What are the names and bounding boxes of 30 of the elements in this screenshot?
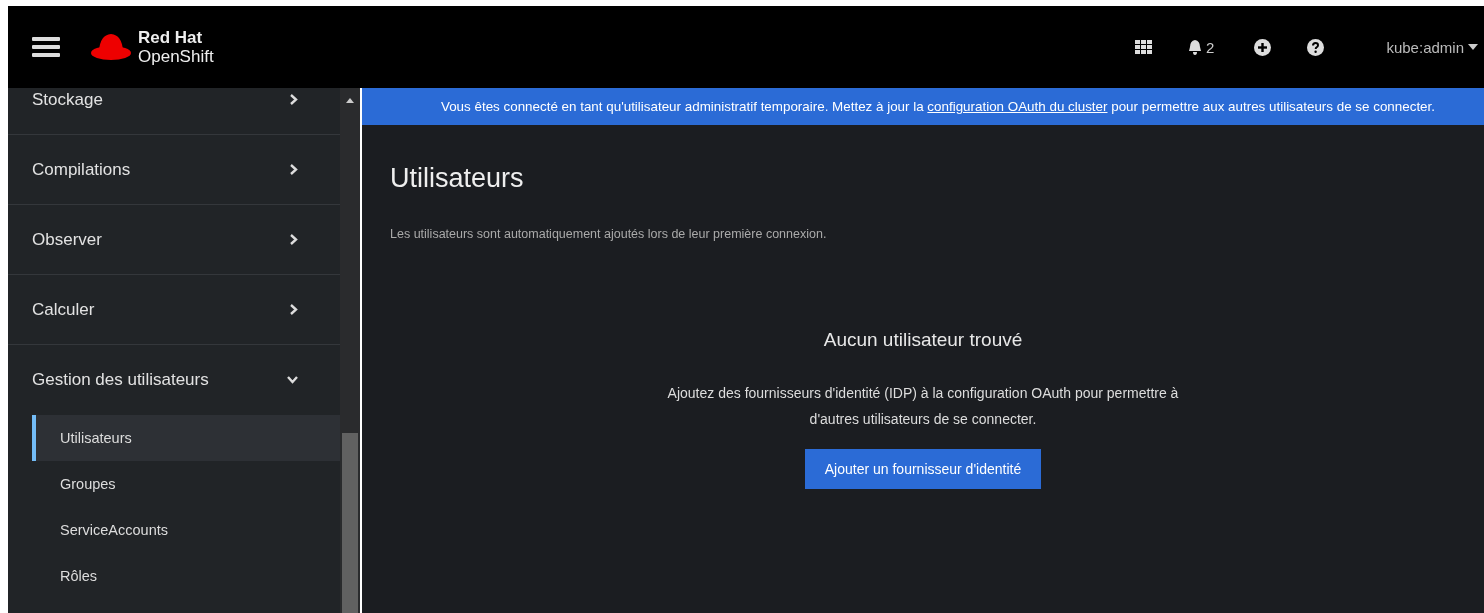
chevron-right-icon — [290, 304, 298, 315]
chevron-right-icon — [290, 94, 298, 105]
empty-state-title: Aucun utilisateur trouvé — [823, 329, 1023, 351]
chevron-right-icon — [290, 164, 298, 175]
oauth-config-link[interactable]: configuration OAuth du cluster — [927, 99, 1108, 114]
logo-text: Red Hat — [138, 28, 204, 47]
add-identity-provider-button[interactable]: Ajouter un fournisseur d'identité — [804, 449, 1042, 489]
scroll-up-arrow-icon[interactable] — [346, 98, 354, 103]
plus-circle-icon[interactable] — [1254, 38, 1272, 56]
nav-item[interactable]: ServiceAccounts — [32, 507, 340, 553]
scrollbar[interactable] — [340, 88, 360, 613]
chevron-right-icon — [290, 234, 298, 245]
empty-state-text: Ajoutez des fournisseurs d'identité (IDP) à la configuration OAuth pour permettre à d'autres utilisateurs de se connecter. — [666, 384, 1180, 429]
grid-icon[interactable] — [1135, 40, 1153, 54]
menu-icon[interactable] — [32, 35, 60, 59]
help-icon[interactable] — [1307, 38, 1325, 56]
nav-section[interactable]: Gestion des utilisateurs — [8, 345, 340, 415]
nav-item[interactable]: Utilisateurs — [32, 415, 340, 461]
bell-icon — [1188, 39, 1203, 55]
info-banner: Vous êtes connecté en tant qu'utilisateur administratif temporaire. Mettez à jour la configuration OAuth du cluster pour permettre aux autres utilisateurs de se connecter. — [362, 88, 1484, 125]
user-menu[interactable]: kube:admin — [1386, 38, 1478, 56]
notifications-button[interactable]: 2 — [1188, 38, 1215, 56]
page-title: Utilisateurs — [390, 163, 525, 194]
caret-down-icon — [1468, 44, 1478, 50]
chevron-down-icon — [287, 376, 298, 384]
logo-text: OpenShift — [138, 47, 214, 66]
nav-item[interactable]: Rôles — [32, 553, 340, 599]
nav-item[interactable]: Groupes — [32, 461, 340, 507]
page-description: Les utilisateurs sont automatiquement ajoutés lors de leur première connexion. — [390, 227, 828, 241]
hat-logo-icon — [90, 31, 132, 63]
